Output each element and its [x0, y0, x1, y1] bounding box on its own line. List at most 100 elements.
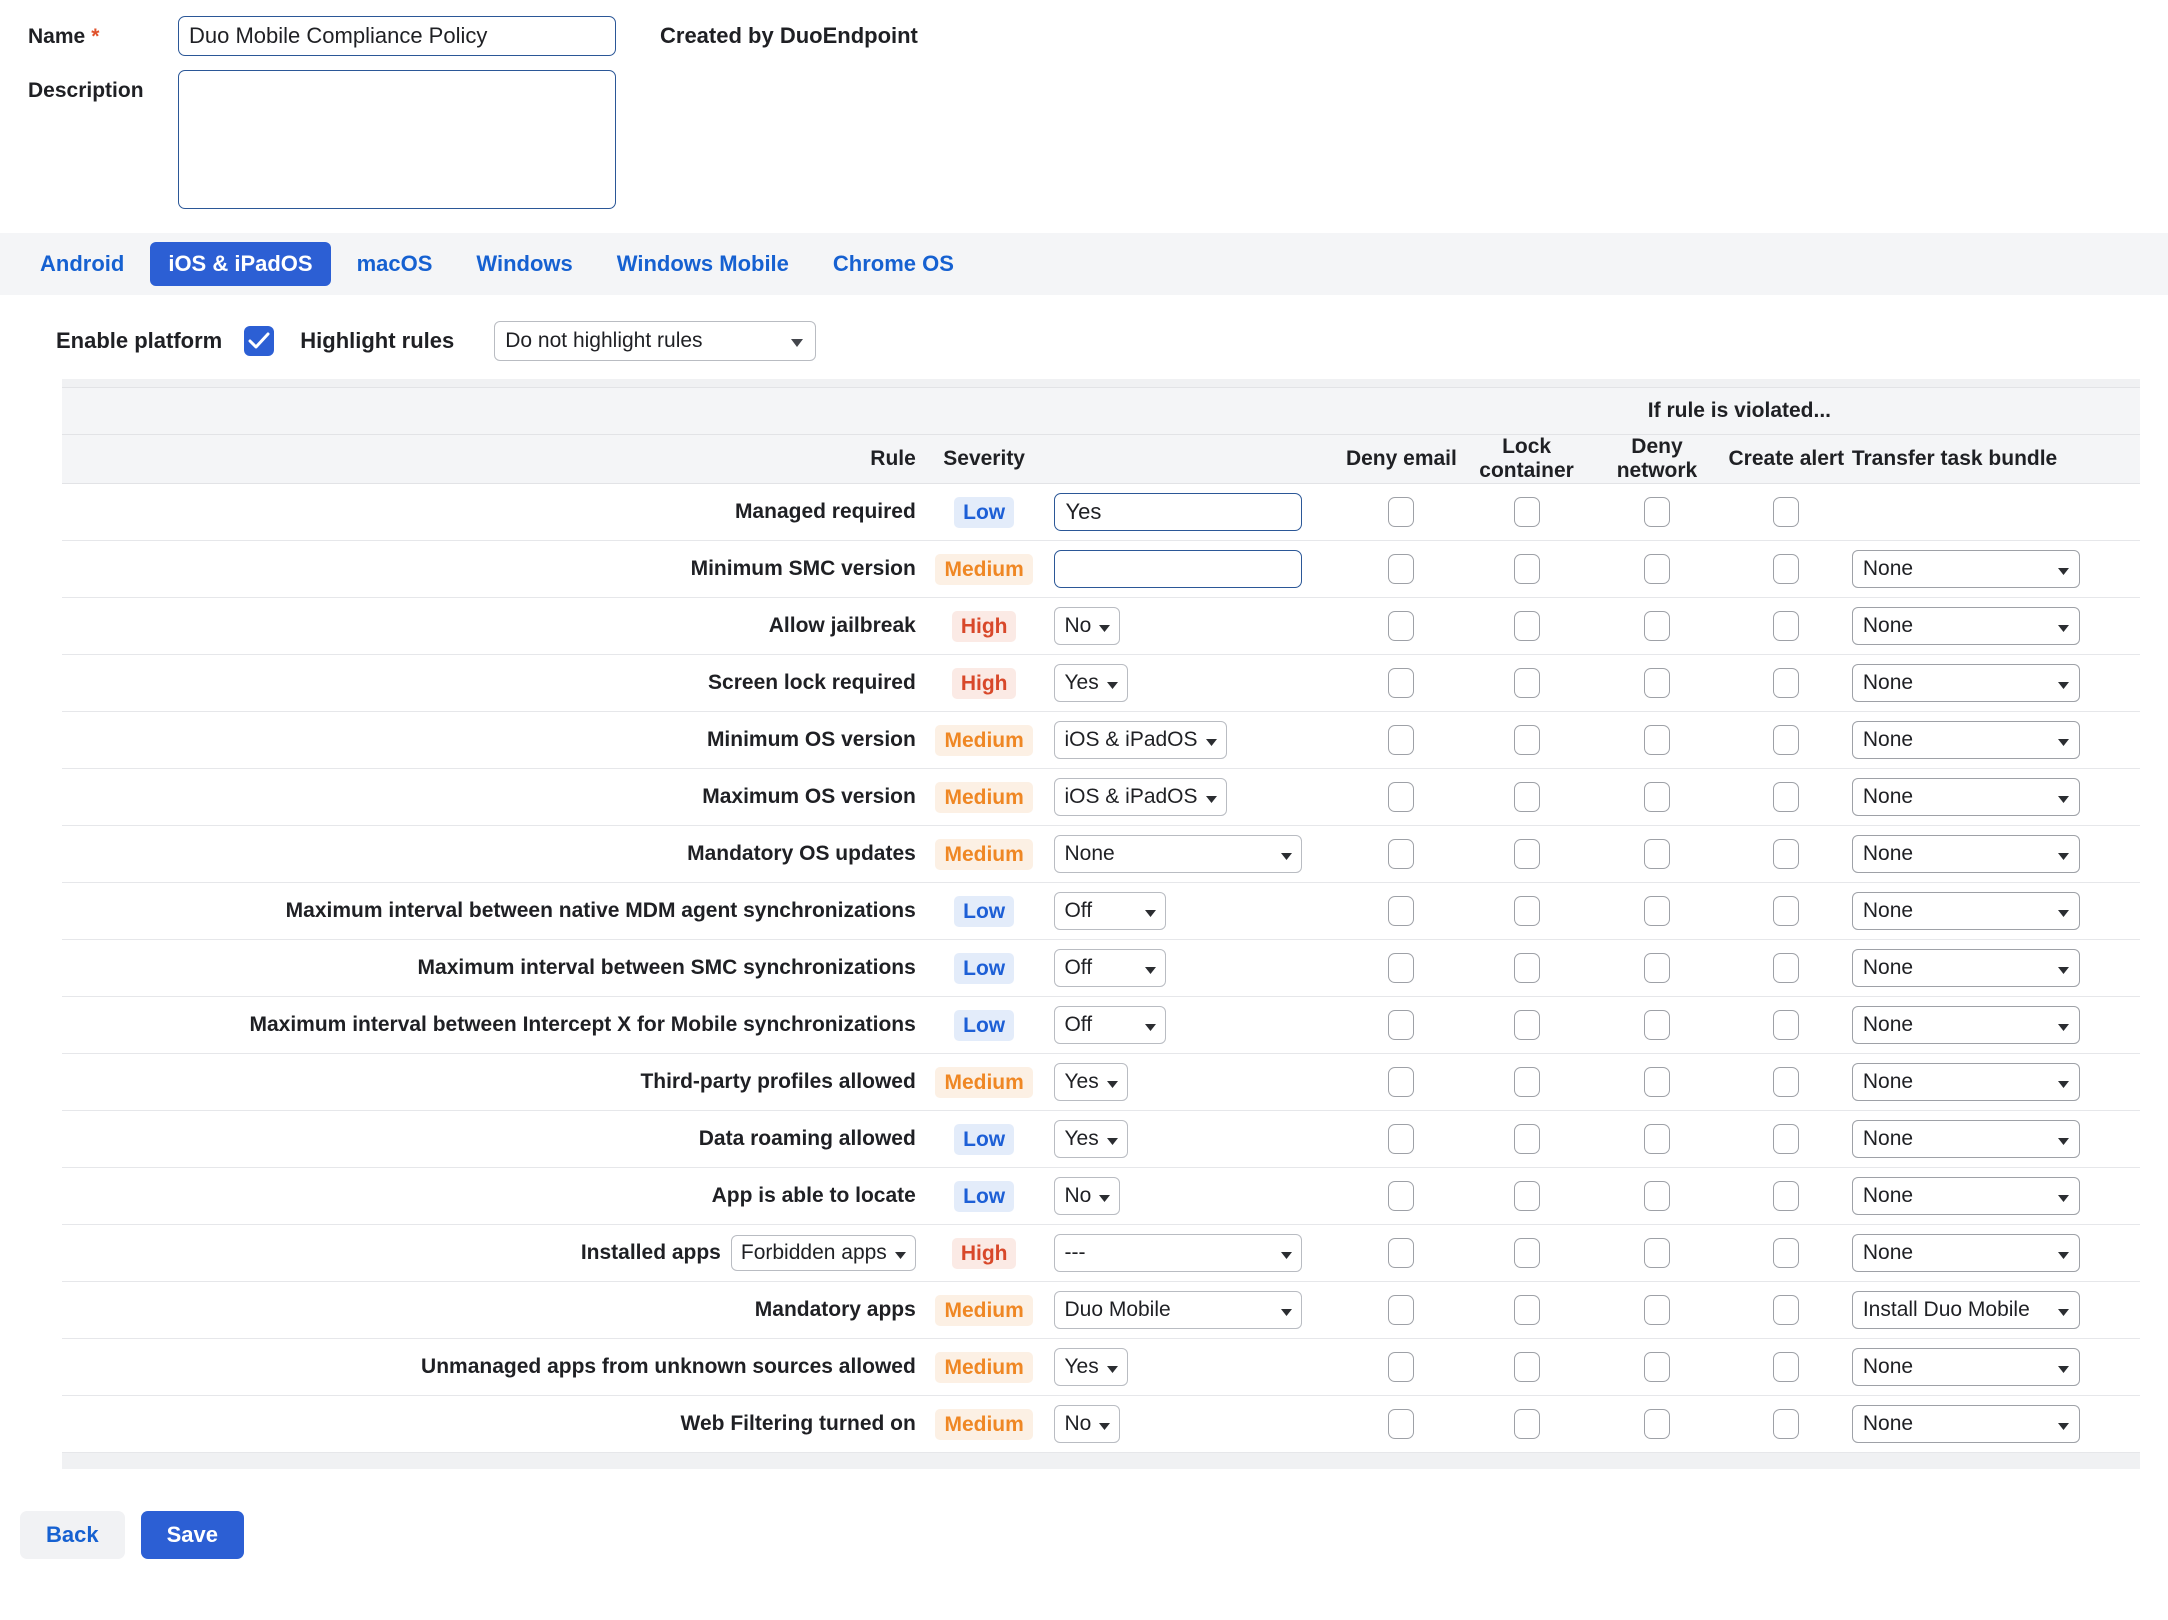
- transfer-task-bundle-select[interactable]: None: [1852, 1405, 2080, 1443]
- transfer-task-bundle-select[interactable]: None: [1852, 1177, 2080, 1215]
- rule-value-select[interactable]: Off: [1054, 1006, 1166, 1044]
- create-alert-checkbox[interactable]: [1773, 1181, 1799, 1211]
- rule-value-select[interactable]: Off: [1054, 892, 1166, 930]
- create-alert-checkbox[interactable]: [1773, 668, 1799, 698]
- rule-value-input[interactable]: [1054, 550, 1302, 588]
- lock-container-checkbox[interactable]: [1514, 782, 1540, 812]
- lock-container-checkbox[interactable]: [1514, 725, 1540, 755]
- deny-email-checkbox[interactable]: [1388, 1238, 1414, 1268]
- rule-value-select[interactable]: Yes: [1054, 1063, 1127, 1101]
- tab-android[interactable]: Android: [22, 242, 142, 286]
- deny-email-checkbox[interactable]: [1388, 611, 1414, 641]
- create-alert-checkbox[interactable]: [1773, 725, 1799, 755]
- tab-windows-mobile[interactable]: Windows Mobile: [599, 242, 807, 286]
- deny-network-checkbox[interactable]: [1644, 1409, 1670, 1439]
- lock-container-checkbox[interactable]: [1514, 1238, 1540, 1268]
- lock-container-checkbox[interactable]: [1514, 1181, 1540, 1211]
- save-button[interactable]: Save: [141, 1511, 244, 1559]
- deny-email-checkbox[interactable]: [1388, 1010, 1414, 1040]
- transfer-task-bundle-select[interactable]: None: [1852, 892, 2080, 930]
- lock-container-checkbox[interactable]: [1514, 668, 1540, 698]
- back-button[interactable]: Back: [20, 1511, 125, 1559]
- tab-windows[interactable]: Windows: [458, 242, 590, 286]
- deny-network-checkbox[interactable]: [1644, 1124, 1670, 1154]
- transfer-task-bundle-select[interactable]: None: [1852, 1234, 2080, 1272]
- deny-network-checkbox[interactable]: [1644, 611, 1670, 641]
- transfer-task-bundle-select[interactable]: None: [1852, 550, 2080, 588]
- create-alert-checkbox[interactable]: [1773, 611, 1799, 641]
- deny-network-checkbox[interactable]: [1644, 1352, 1670, 1382]
- create-alert-checkbox[interactable]: [1773, 1295, 1799, 1325]
- create-alert-checkbox[interactable]: [1773, 782, 1799, 812]
- tab-chrome-os[interactable]: Chrome OS: [815, 242, 972, 286]
- deny-email-checkbox[interactable]: [1388, 554, 1414, 584]
- lock-container-checkbox[interactable]: [1514, 1067, 1540, 1097]
- deny-email-checkbox[interactable]: [1388, 725, 1414, 755]
- deny-network-checkbox[interactable]: [1644, 1238, 1670, 1268]
- deny-network-checkbox[interactable]: [1644, 839, 1670, 869]
- rule-value-input[interactable]: [1054, 493, 1302, 531]
- deny-network-checkbox[interactable]: [1644, 1067, 1670, 1097]
- create-alert-checkbox[interactable]: [1773, 1010, 1799, 1040]
- transfer-task-bundle-select[interactable]: None: [1852, 835, 2080, 873]
- create-alert-checkbox[interactable]: [1773, 1238, 1799, 1268]
- rule-value-select[interactable]: Yes: [1054, 1120, 1127, 1158]
- deny-email-checkbox[interactable]: [1388, 1067, 1414, 1097]
- rule-value-select[interactable]: No: [1054, 1177, 1120, 1215]
- rule-value-select[interactable]: No: [1054, 1405, 1120, 1443]
- lock-container-checkbox[interactable]: [1514, 611, 1540, 641]
- deny-email-checkbox[interactable]: [1388, 668, 1414, 698]
- rule-value-select[interactable]: None: [1054, 835, 1302, 873]
- create-alert-checkbox[interactable]: [1773, 839, 1799, 869]
- lock-container-checkbox[interactable]: [1514, 1409, 1540, 1439]
- tab-macos[interactable]: macOS: [339, 242, 451, 286]
- deny-email-checkbox[interactable]: [1388, 782, 1414, 812]
- lock-container-checkbox[interactable]: [1514, 839, 1540, 869]
- deny-network-checkbox[interactable]: [1644, 953, 1670, 983]
- deny-network-checkbox[interactable]: [1644, 1295, 1670, 1325]
- create-alert-checkbox[interactable]: [1773, 1124, 1799, 1154]
- installed-apps-mode-select[interactable]: Forbidden apps: [731, 1235, 916, 1271]
- lock-container-checkbox[interactable]: [1514, 896, 1540, 926]
- rule-value-select[interactable]: Duo Mobile: [1054, 1291, 1302, 1329]
- deny-email-checkbox[interactable]: [1388, 497, 1414, 527]
- deny-email-checkbox[interactable]: [1388, 1409, 1414, 1439]
- deny-email-checkbox[interactable]: [1388, 896, 1414, 926]
- rule-value-select[interactable]: No: [1054, 607, 1120, 645]
- deny-network-checkbox[interactable]: [1644, 1181, 1670, 1211]
- highlight-rules-select[interactable]: Do not highlight rules: [494, 321, 816, 361]
- deny-network-checkbox[interactable]: [1644, 1010, 1670, 1040]
- lock-container-checkbox[interactable]: [1514, 497, 1540, 527]
- deny-network-checkbox[interactable]: [1644, 896, 1670, 926]
- create-alert-checkbox[interactable]: [1773, 953, 1799, 983]
- create-alert-checkbox[interactable]: [1773, 1067, 1799, 1097]
- deny-network-checkbox[interactable]: [1644, 782, 1670, 812]
- rule-value-select[interactable]: Yes: [1054, 1348, 1127, 1386]
- name-input[interactable]: [178, 16, 616, 56]
- rule-value-select[interactable]: iOS & iPadOS: [1054, 778, 1226, 816]
- description-textarea[interactable]: [178, 70, 616, 209]
- rule-value-select[interactable]: iOS & iPadOS: [1054, 721, 1226, 759]
- create-alert-checkbox[interactable]: [1773, 497, 1799, 527]
- transfer-task-bundle-select[interactable]: None: [1852, 1006, 2080, 1044]
- deny-email-checkbox[interactable]: [1388, 839, 1414, 869]
- transfer-task-bundle-select[interactable]: None: [1852, 664, 2080, 702]
- lock-container-checkbox[interactable]: [1514, 554, 1540, 584]
- lock-container-checkbox[interactable]: [1514, 1352, 1540, 1382]
- create-alert-checkbox[interactable]: [1773, 554, 1799, 584]
- lock-container-checkbox[interactable]: [1514, 1124, 1540, 1154]
- lock-container-checkbox[interactable]: [1514, 1010, 1540, 1040]
- tab-ios-ipados[interactable]: iOS & iPadOS: [150, 242, 330, 286]
- deny-network-checkbox[interactable]: [1644, 497, 1670, 527]
- enable-platform-checkbox[interactable]: [244, 326, 274, 356]
- deny-network-checkbox[interactable]: [1644, 554, 1670, 584]
- transfer-task-bundle-select[interactable]: None: [1852, 949, 2080, 987]
- lock-container-checkbox[interactable]: [1514, 1295, 1540, 1325]
- rule-value-select[interactable]: Yes: [1054, 664, 1127, 702]
- deny-email-checkbox[interactable]: [1388, 1181, 1414, 1211]
- transfer-task-bundle-select[interactable]: Install Duo Mobile: [1852, 1291, 2080, 1329]
- deny-email-checkbox[interactable]: [1388, 1295, 1414, 1325]
- create-alert-checkbox[interactable]: [1773, 1409, 1799, 1439]
- deny-network-checkbox[interactable]: [1644, 725, 1670, 755]
- deny-email-checkbox[interactable]: [1388, 1352, 1414, 1382]
